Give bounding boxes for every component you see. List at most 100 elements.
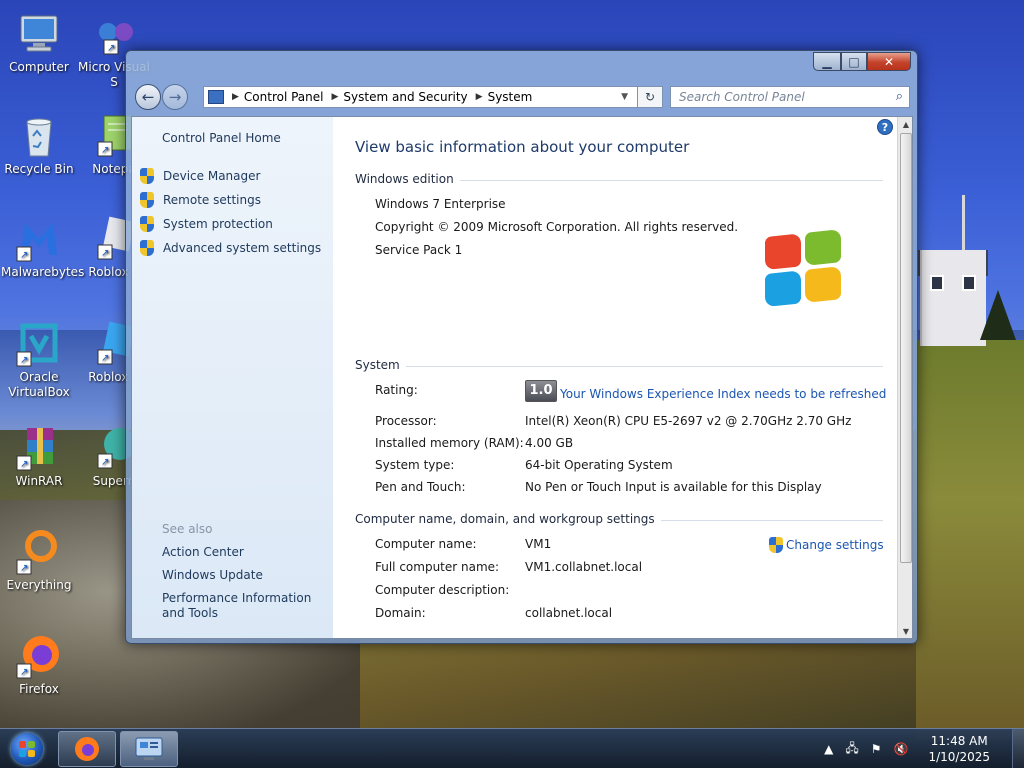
dropdown-arrow-icon[interactable]: ▼ — [621, 92, 628, 102]
address-bar[interactable]: ▶ Control Panel ▶ System and Security ▶ … — [203, 86, 663, 108]
uac-shield-icon — [140, 240, 155, 256]
performance-info-link[interactable]: Performance Information and Tools — [162, 591, 327, 621]
search-placeholder: Search Control Panel — [679, 90, 805, 104]
firefox-icon: ↗ — [15, 632, 63, 680]
action-center-link[interactable]: Action Center — [162, 545, 327, 560]
chevron-right-icon: ▶ — [475, 92, 483, 102]
system-section: System — [355, 358, 883, 372]
wallpaper-hill — [916, 340, 1024, 740]
svg-text:↗: ↗ — [101, 353, 109, 364]
desktop-icon-label: Computer — [9, 60, 69, 74]
device-manager-link[interactable]: Device Manager — [140, 168, 260, 184]
remote-settings-link[interactable]: Remote settings — [140, 192, 261, 208]
close-icon: ✕ — [883, 54, 895, 69]
back-arrow-icon: ← — [141, 88, 155, 106]
windows-update-link[interactable]: Windows Update — [162, 568, 327, 583]
wallpaper-house-window — [930, 275, 944, 291]
desktop-icon-label: WinRAR — [15, 474, 63, 488]
section-heading: Computer name, domain, and workgroup set… — [355, 512, 661, 526]
processor-value: Intel(R) Xeon(R) CPU E5-2697 v2 @ 2.70GH… — [525, 414, 852, 428]
wei-refresh-link[interactable]: Your Windows Experience Index needs to b… — [560, 387, 886, 401]
vertical-scrollbar[interactable]: ▲ ▼ — [897, 117, 912, 638]
main-panel: View basic information about your comput… — [333, 117, 897, 638]
close-button[interactable]: ✕ — [867, 52, 911, 71]
winrar-icon: ↗ — [15, 424, 63, 472]
help-button[interactable]: ? — [877, 119, 893, 135]
maximize-button[interactable]: □ — [841, 52, 867, 71]
wei-score-badge[interactable]: 1.0 — [525, 380, 557, 402]
control-panel-home-link[interactable]: Control Panel Home — [162, 131, 281, 145]
domain-value: collabnet.local — [525, 606, 613, 620]
breadcrumb-system-and-security[interactable]: System and Security — [343, 90, 467, 104]
back-button[interactable]: ← — [135, 84, 161, 110]
system-window: ▁ □ ✕ ← → ▶ Control Panel ▶ System and S… — [125, 50, 918, 644]
search-icon[interactable]: ⌕ — [896, 89, 903, 104]
windows-edition-section: Windows edition — [355, 172, 883, 186]
svg-text:↗: ↗ — [101, 145, 109, 156]
desktop-icon-label: Everything — [6, 578, 72, 592]
desktop-icon-firefox[interactable]: ↗ Firefox — [1, 632, 77, 697]
desktop-icon-winrar[interactable]: ↗ WinRAR — [1, 424, 77, 489]
uac-shield-icon — [140, 168, 155, 184]
svg-text:↗: ↗ — [107, 43, 115, 54]
refresh-icon: ↻ — [644, 90, 656, 104]
start-button[interactable] — [6, 731, 48, 767]
change-settings-label: Change settings — [786, 538, 884, 552]
pen-touch-label: Pen and Touch: — [375, 480, 466, 494]
task-label: Remote settings — [163, 193, 261, 207]
desktop-icon-label: Recycle Bin — [4, 162, 74, 176]
full-computer-name-value: VM1.collabnet.local — [525, 560, 643, 574]
advanced-system-settings-link[interactable]: Advanced system settings — [140, 240, 321, 256]
show-hidden-icons-icon[interactable]: ▲ — [824, 742, 833, 756]
task-label: System protection — [163, 217, 273, 231]
computer-name-section: Computer name, domain, and workgroup set… — [355, 512, 883, 526]
volume-muted-icon[interactable]: 🔇 — [894, 742, 909, 756]
minimize-button[interactable]: ▁ — [813, 52, 841, 71]
system-protection-link[interactable]: System protection — [140, 216, 273, 232]
scroll-down-icon[interactable]: ▼ — [898, 624, 912, 638]
desktop-icon-virtualbox[interactable]: ↗ Oracle VirtualBox — [1, 320, 77, 400]
search-input[interactable]: Search Control Panel ⌕ — [670, 86, 910, 108]
taskbar-firefox-button[interactable] — [58, 731, 116, 767]
forward-button[interactable]: → — [162, 84, 188, 110]
see-also-heading: See also — [162, 522, 213, 536]
pen-touch-value: No Pen or Touch Input is available for t… — [525, 480, 822, 494]
uac-shield-icon — [140, 192, 155, 208]
minimize-icon: ▁ — [822, 54, 832, 69]
change-settings-link[interactable]: Change settings — [769, 537, 884, 553]
scroll-thumb[interactable] — [900, 133, 912, 563]
scroll-up-icon[interactable]: ▲ — [898, 117, 912, 133]
svg-text:↗: ↗ — [20, 563, 28, 574]
maximize-icon: □ — [848, 54, 860, 69]
virtualbox-icon: ↗ — [15, 320, 63, 368]
recycle-bin-icon — [15, 112, 63, 160]
firefox-icon — [75, 737, 99, 761]
uac-shield-icon — [140, 216, 155, 232]
system-tray: ▲ 🖧 ⚑ 🔇 11:48 AM 1/10/2025 — [818, 729, 1024, 768]
desktop-icon-everything[interactable]: ↗ Everything — [1, 528, 77, 593]
breadcrumb-control-panel[interactable]: Control Panel — [244, 90, 324, 104]
rating-label: Rating: — [375, 383, 418, 397]
network-icon[interactable]: 🖧 — [845, 739, 858, 760]
refresh-button[interactable]: ↻ — [637, 86, 663, 108]
malwarebytes-icon: ↗ — [15, 215, 63, 263]
taskbar-control-panel-button[interactable] — [120, 731, 178, 767]
desktop-icon-computer[interactable]: Computer — [1, 10, 77, 75]
copyright-text: Copyright © 2009 Microsoft Corporation. … — [375, 220, 739, 234]
control-panel-icon — [208, 90, 224, 104]
service-pack: Service Pack 1 — [375, 243, 463, 257]
help-icon: ? — [881, 121, 889, 134]
section-divider — [355, 366, 883, 367]
svg-text:↗: ↗ — [101, 248, 109, 259]
desktop-icon-malwarebytes[interactable]: ↗ Malwarebytes — [1, 215, 84, 280]
desktop-icon-recycle-bin[interactable]: Recycle Bin — [1, 112, 77, 177]
clock[interactable]: 11:48 AM 1/10/2025 — [928, 733, 990, 765]
breadcrumb-system[interactable]: System — [488, 90, 533, 104]
control-panel-icon — [135, 737, 163, 760]
show-desktop-button[interactable] — [1012, 729, 1024, 768]
content-area: Control Panel Home Device Manager Remote… — [131, 116, 913, 639]
computer-icon — [15, 10, 63, 58]
navigation-bar: ← → ▶ Control Panel ▶ System and Securit… — [133, 82, 911, 112]
action-center-flag-icon[interactable]: ⚑ — [871, 742, 882, 756]
memory-label: Installed memory (RAM): — [375, 436, 524, 450]
